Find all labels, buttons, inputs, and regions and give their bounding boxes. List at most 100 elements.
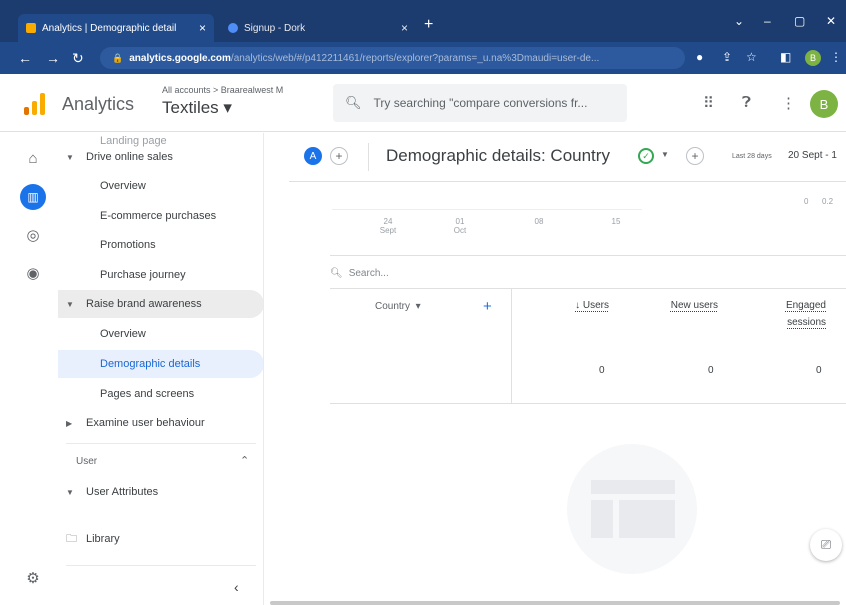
page-title: Demographic details: Country [386,146,610,165]
share-icon[interactable]: ⇪ [722,50,732,64]
table-bottom-divider [330,403,846,404]
sidebar-divider [66,443,256,444]
back-arrow-icon[interactable]: ← [18,50,32,66]
y-tick: 0.2 [822,197,834,206]
extension-icon[interactable]: ● [696,50,703,64]
browser-profile-avatar[interactable]: B [805,50,821,66]
close-tab-icon[interactable]: × [199,21,206,35]
browser-toolbar: ← → ↻ 🔒 analytics.google.com /analytics/… [0,42,846,74]
analytics-header: Analytics All accounts > Braarealwest M … [0,74,846,132]
home-icon[interactable]: ⌂ [20,145,46,171]
more-vert-icon[interactable]: ⋮ [781,94,796,112]
chevron-down-icon[interactable]: ▼ [661,150,669,159]
feedback-icon: ⎚ [820,537,832,552]
analytics-favicon-icon [26,23,36,33]
search-input[interactable]: 🔍︎ Try searching "compare conversions fr… [333,84,627,122]
collapsed-arrow-icon: ▶ [66,418,73,428]
empty-table-illustration [567,444,697,574]
check-circle-icon[interactable]: ✓ [638,148,654,164]
horizontal-scrollbar[interactable] [270,601,840,605]
advertising-icon[interactable]: ◉ [20,260,46,286]
help-icon[interactable]: ❓︎ [742,94,751,111]
address-bar[interactable]: 🔒 analytics.google.com /analytics/web/#/… [100,47,685,69]
sidebar-group-user-attributes[interactable]: ▼ User Attributes [58,478,263,506]
sidebar-group-examine-user-behaviour[interactable]: ▶ Examine user behaviour [58,409,263,437]
sidebar-group-drive-online-sales[interactable]: ▼ Drive online sales [58,143,263,171]
reports-icon[interactable]: ▥ [20,184,46,210]
total-users-value: 0 [599,365,605,376]
gear-icon[interactable]: ⚙ [20,565,46,591]
total-engaged-sessions-value: 0 [816,365,822,376]
sidebar-item-pages-and-screens[interactable]: Pages and screens [58,380,263,408]
x-tick: 15 [611,217,621,226]
reports-sidebar: Landing page ▼ Drive online sales Overvi… [58,133,264,605]
browser-tab-signup[interactable]: Signup - Dork × [220,14,416,42]
x-tick: 08 [534,217,544,226]
sidebar-item-overview[interactable]: Overview [58,172,263,200]
x-tick: 24 Sept [379,217,397,235]
x-tick: 01 Oct [453,217,467,235]
sidebar-item-overview-brand[interactable]: Overview [58,320,263,348]
table-column-divider [511,288,512,404]
bookmark-star-icon[interactable]: ☆ [746,50,757,64]
explore-icon[interactable]: ◎ [20,222,46,248]
comparison-badge[interactable]: A [304,147,322,165]
app-name: Analytics [62,94,135,114]
add-comparison-button[interactable]: + [330,147,348,165]
minimize-icon[interactable]: – [764,14,771,28]
expand-arrow-icon: ▼ [66,299,74,309]
close-window-icon[interactable]: ✕ [826,14,836,28]
chevron-up-icon[interactable]: ⌃ [240,454,249,467]
add-dimension-button[interactable]: + [483,298,492,315]
expand-arrow-icon: ▼ [66,487,74,497]
apps-grid-icon[interactable]: ⠿ [703,94,714,112]
y-tick: 0 [804,197,809,206]
browser-tab-bar: Analytics | Demographic detail × Signup … [0,0,846,42]
header-divider [289,181,846,182]
sidebar-item-promotions[interactable]: Promotions [58,231,263,259]
column-header-users[interactable]: ↓ Users [561,297,609,314]
close-tab-icon[interactable]: × [401,21,408,35]
total-new-users-value: 0 [708,365,714,376]
sidebar-item-ecommerce-purchases[interactable]: E-commerce purchases [58,202,263,230]
side-panel-icon[interactable]: ◧ [780,50,791,64]
property-selector[interactable]: Textiles ▾ [162,98,232,118]
search-icon: 🔍︎ [345,95,362,110]
column-header-new-users[interactable]: New users [654,297,718,314]
account-avatar[interactable]: B [810,90,838,118]
new-tab-button[interactable]: + [424,16,433,34]
left-nav-rail: ⌂ ▥ ◎ ◉ ⚙ [0,133,58,605]
feedback-button[interactable]: ⎚ [810,529,842,561]
column-header-engaged-sessions[interactable]: Engaged sessions [764,297,826,331]
table-top-divider [330,255,846,256]
dimension-selector[interactable]: Country ▾ [375,301,421,312]
table-search-input[interactable]: 🔍︎ Search... [330,258,840,288]
header-separator [368,143,369,171]
analytics-logo-icon[interactable] [24,93,46,115]
sidebar-item-purchase-journey[interactable]: Purchase journey [58,261,263,289]
forward-arrow-icon[interactable]: → [46,50,60,66]
sidebar-section-user: User [76,456,98,467]
lock-icon: 🔒 [112,52,124,63]
expand-arrow-icon: ▼ [66,152,74,162]
date-range-label: Last 28 days [732,153,772,160]
folder-icon: 🗀 [66,532,77,545]
reload-icon[interactable]: ↻ [72,50,84,67]
date-range-picker[interactable]: 20 Sept - 1 [788,150,837,161]
sidebar-item-library[interactable]: 🗀 Library [58,525,263,553]
browser-tab-analytics[interactable]: Analytics | Demographic detail × [18,14,214,42]
add-filter-button[interactable]: + [686,147,704,165]
account-breadcrumb[interactable]: All accounts > Braarealwest M [162,85,283,95]
maximize-icon[interactable]: ▢ [794,14,805,28]
tab-search-icon[interactable]: ⌄ [734,14,744,28]
sidebar-divider [66,565,256,566]
collapse-sidebar-button[interactable]: ‹ [234,579,239,595]
search-icon: 🔍︎ [330,267,343,279]
report-content: A + Demographic details: Country ✓ ▼ + L… [264,133,846,605]
signup-favicon-icon [228,23,238,33]
sidebar-item-demographic-details[interactable]: Demographic details [58,350,263,378]
chart-baseline [332,209,642,210]
browser-menu-icon[interactable]: ⋮ [830,50,842,64]
table-header-divider [330,288,846,289]
sidebar-group-raise-brand-awareness[interactable]: ▼ Raise brand awareness [58,290,263,318]
